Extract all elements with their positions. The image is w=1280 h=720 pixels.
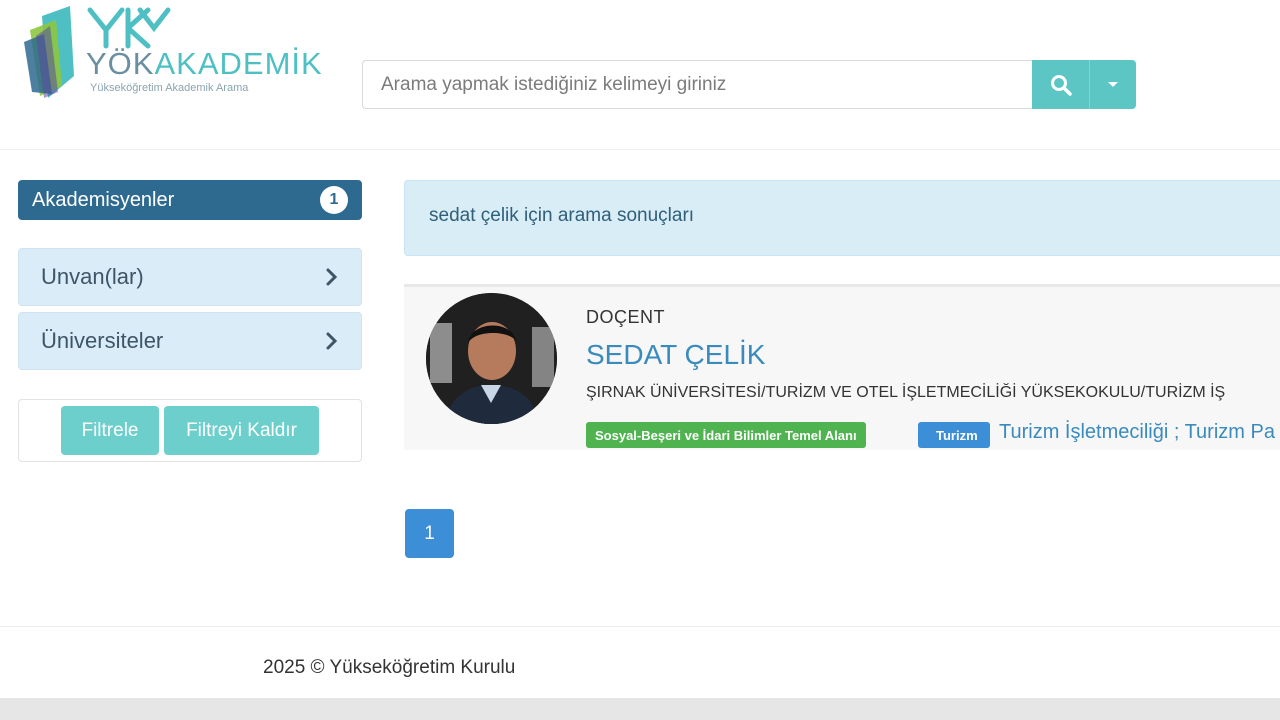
clear-filter-button[interactable]: Filtreyi Kaldır	[164, 406, 319, 455]
avatar[interactable]	[426, 293, 557, 424]
logo-subtitle: Yükseköğretim Akademik Arama	[90, 82, 249, 94]
academics-count-badge: 1	[320, 186, 348, 214]
academics-label: Akademisyenler	[32, 188, 175, 211]
academic-institution: ŞIRNAK ÜNİVERSİTESİ/TURİZM VE OTEL İŞLET…	[586, 384, 1226, 401]
academic-keywords[interactable]: Turizm İşletmeciliği ; Turizm Pa	[999, 421, 1275, 444]
academic-title: DOÇENT	[586, 307, 665, 327]
logo-title-yok: YÖK	[86, 46, 155, 81]
caret-down-icon	[1108, 81, 1118, 87]
footer-divider	[0, 626, 1280, 627]
apply-filter-button[interactable]: Filtrele	[61, 406, 159, 455]
result-card: DOÇENT SEDAT ÇELİK ŞIRNAK ÜNİVERSİTESİ/T…	[404, 284, 1280, 450]
yok-akademik-logo[interactable]: YÖKAKADEMİK Yükseköğretim Akademik Arama	[22, 6, 322, 102]
filter-universities[interactable]: Üniversiteler	[18, 312, 362, 370]
area-tag[interactable]: Turizm	[918, 422, 990, 448]
book-logo-icon	[24, 6, 74, 98]
filter-universities-label: Üniversiteler	[41, 328, 164, 353]
chevron-right-icon	[326, 332, 338, 350]
bottom-bar	[0, 698, 1280, 720]
field-tag[interactable]: Sosyal-Beşeri ve İdari Bilimler Temel Al…	[586, 422, 866, 448]
search-button[interactable]	[1032, 60, 1089, 109]
search-bar	[362, 60, 1136, 109]
chevron-right-icon	[326, 268, 338, 286]
filter-actions: Filtrele Filtreyi Kaldır	[18, 399, 362, 462]
filter-titles[interactable]: Unvan(lar)	[18, 248, 362, 306]
search-icon	[1050, 74, 1072, 96]
academics-filter-header[interactable]: Akademisyenler 1	[18, 180, 362, 220]
search-input[interactable]	[362, 60, 1032, 109]
logo-title-akademik: AKADEMİK	[154, 46, 323, 81]
logo-title: YÖKAKADEMİK	[86, 46, 323, 82]
page-header: YÖKAKADEMİK Yükseköğretim Akademik Arama	[0, 0, 1280, 150]
pagination-page-button[interactable]: 1	[405, 509, 454, 558]
academic-name-link[interactable]: SEDAT ÇELİK	[586, 339, 765, 371]
search-options-dropdown-button[interactable]	[1089, 60, 1136, 109]
search-results-info: sedat çelik için arama sonuçları	[404, 180, 1280, 256]
footer-copyright: 2025 © Yükseköğretim Kurulu	[263, 657, 516, 678]
profile-photo	[426, 293, 557, 424]
filter-titles-label: Unvan(lar)	[41, 264, 144, 289]
